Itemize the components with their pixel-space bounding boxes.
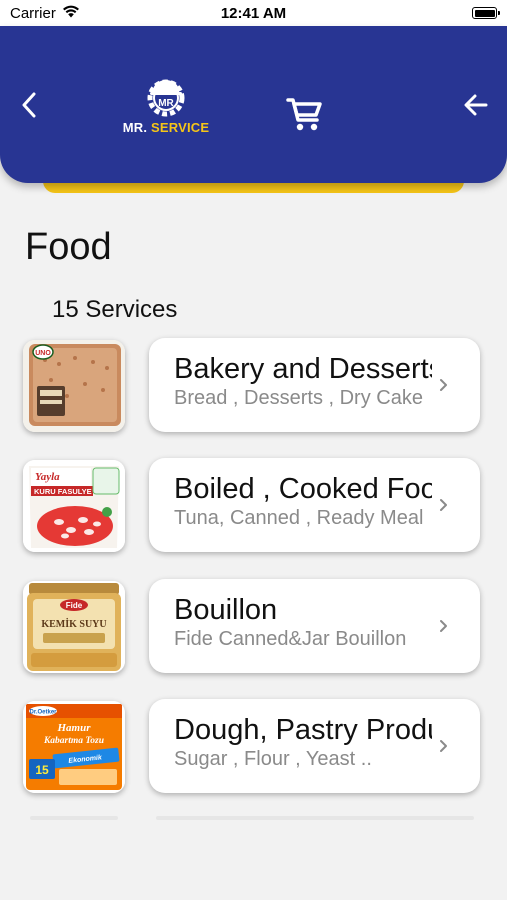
partial-thumb [30,816,118,820]
partial-card [156,816,474,820]
service-subtitle: Sugar , Flour , Yeast .. [174,748,372,770]
bakery-product-image: UNO [23,340,125,432]
arrow-left-icon[interactable] [459,90,493,120]
baking-powder-pack-image: Dr.Oetker Hamur Kabartma Tozu Ekonomik 1… [23,701,125,793]
page-title: Food [25,226,112,268]
chevron-left-icon[interactable] [14,90,44,120]
chevron-right-icon [440,379,447,391]
svg-text:KURU FASULYE: KURU FASULYE [34,487,92,496]
service-title: Bakery and Desserts [174,353,432,385]
battery-icon [472,7,500,19]
service-title: Dough, Pastry Products [174,714,432,746]
logo-text: MR. SERVICE [123,120,210,135]
service-card[interactable]: Bakery and Desserts Bread , Desserts , D… [149,338,480,432]
service-subtitle: Bread , Desserts , Dry Cake [174,387,423,409]
service-subtitle: Fide Canned&Jar Bouillon [174,628,407,650]
svg-text:UNO: UNO [35,350,51,357]
service-card[interactable]: Bouillon Fide Canned&Jar Bouillon [149,579,480,673]
chevron-right-icon [440,620,447,632]
svg-text:KEMİK SUYU: KEMİK SUYU [41,618,106,630]
app-logo: MR MR. SERVICE [118,74,214,138]
shopping-cart-icon[interactable] [285,94,325,134]
kuru-fasulye-can-image: Yayla KURU FASULYE [23,460,125,552]
service-card[interactable]: Boiled , Cooked Food Tuna, Canned , Read… [149,458,480,552]
logo-text-service: SERVICE [151,120,210,135]
service-title: Boiled , Cooked Food [174,473,432,505]
logo-text-mr: MR. [122,120,148,135]
svg-text:Fide: Fide [66,601,83,610]
status-left: Carrier [10,5,80,22]
svg-text:Dr.Oetker: Dr.Oetker [29,710,57,716]
svg-text:Hamur: Hamur [56,722,91,734]
list-item[interactable]: Yayla KURU FASULYE Boiled , Cooked Food … [0,458,507,554]
chevron-right-icon [440,740,447,752]
wifi-icon [62,5,80,22]
kemik-suyu-jar-image: Fide KEMİK SUYU [23,581,125,673]
services-count: 15 Services [52,296,178,323]
logo-badge-text: MR [158,98,174,109]
status-bar: Carrier 12:41 AM [0,0,507,26]
carrier-label: Carrier [10,4,56,22]
list-item[interactable]: Dr.Oetker Hamur Kabartma Tozu Ekonomik 1… [0,699,507,795]
svg-text:Yayla: Yayla [35,471,60,483]
list-item[interactable]: UNO Bakery and Desserts Bread , Desserts… [0,338,507,434]
chevron-right-icon [440,499,447,511]
app-header: MR MR. SERVICE [0,26,507,183]
gear-helmet-icon: MR [147,79,185,117]
service-subtitle: Tuna, Canned , Ready Meal [174,507,424,529]
list-item[interactable]: Fide KEMİK SUYU Bouillon Fide Canned&Jar… [0,579,507,675]
list-item-partial [0,816,507,826]
svg-text:15: 15 [35,763,49,777]
svg-text:Kabartma Tozu: Kabartma Tozu [43,736,104,746]
service-card[interactable]: Dough, Pastry Products Sugar , Flour , Y… [149,699,480,793]
service-title: Bouillon [174,594,278,626]
